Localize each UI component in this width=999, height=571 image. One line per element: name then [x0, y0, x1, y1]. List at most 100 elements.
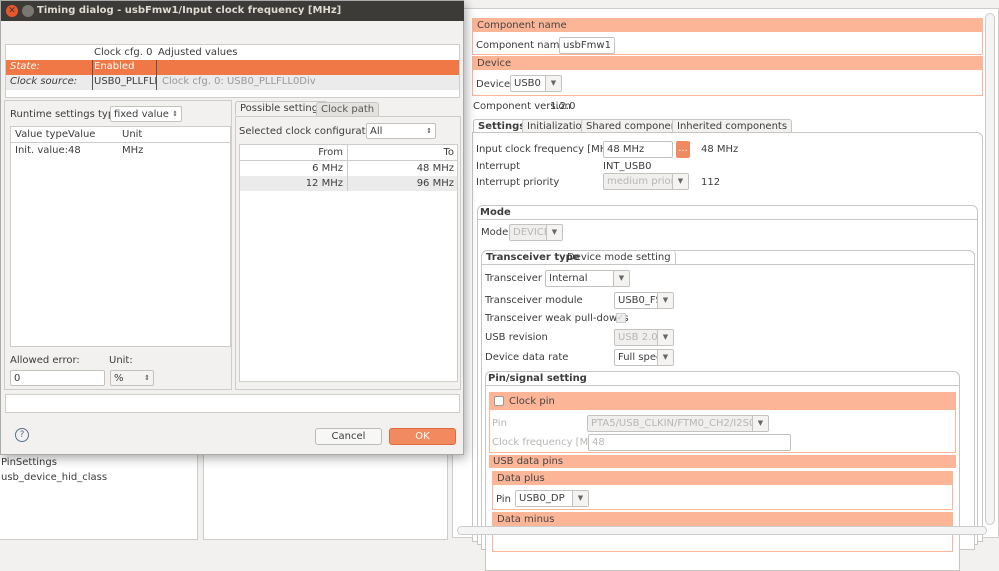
selected-config-value: All: [370, 126, 383, 137]
project-tree: PinSettings usb_device_hid_class: [0, 440, 198, 540]
column-header: Adjusted values: [158, 47, 238, 58]
row-label: Clock source:: [10, 76, 78, 87]
unit-select[interactable]: % ⇕: [110, 370, 154, 386]
from-cell: 12 MHz: [305, 178, 343, 189]
priority-label: Interrupt priority: [476, 177, 560, 188]
mode-label: Mode: [481, 227, 509, 238]
selected-config-select[interactable]: All ⇕: [366, 123, 436, 139]
clock-pin-value: PTA5/USB_CLKIN/FTM0_CH2/I2S0_TX_BCLK: [591, 418, 768, 429]
from-cell: 6 MHz: [312, 163, 343, 174]
unit-label: Unit:: [109, 355, 133, 366]
row-cfg-value: Enabled: [94, 61, 135, 72]
clock-pin-label: Clock pin: [509, 396, 555, 407]
unit-cell: MHz: [122, 145, 144, 156]
tree-item[interactable]: PinSettings: [1, 457, 57, 468]
device-value: USB0: [514, 78, 541, 89]
input-clock-input[interactable]: 48 MHz: [603, 141, 673, 158]
mode-group: Mode Mode DEVICE ▼ Transceiver type Devic…: [477, 205, 978, 571]
chevron-down-icon: ▼: [545, 76, 561, 91]
possible-settings-table: From To 6 MHz 48 MHz 12 MHz 96 MHz: [239, 144, 458, 382]
chevron-down-icon: ▼: [752, 416, 768, 431]
chevron-down-icon: ▼: [572, 491, 588, 506]
tree-item[interactable]: usb_device_hid_class: [1, 472, 107, 483]
allowed-error-input[interactable]: 0: [10, 370, 105, 386]
unit-value: %: [114, 373, 124, 384]
version-value: 1.2.0: [550, 101, 576, 112]
pulldowns-label: Transceiver weak pull-downs: [485, 313, 629, 324]
clock-state-table: Clock cfg. 0 Adjusted values State: Enab…: [5, 44, 460, 98]
component-name-input[interactable]: usbFmw1: [559, 37, 615, 54]
chevron-down-icon: ▼: [672, 174, 688, 189]
row-label: State:: [10, 61, 40, 72]
data-rate-select[interactable]: Full speed ▼: [614, 349, 674, 366]
clock-pin-section: Clock pin Pin PTA5/USB_CLKIN/FTM0_CH2/I2…: [489, 392, 956, 453]
data-plus-pin-select[interactable]: USB0_DP ▼: [515, 490, 589, 507]
component-name-header: Component name: [473, 19, 982, 32]
transceiver-type-select[interactable]: Internal ▼: [545, 270, 630, 287]
middle-panel: [203, 440, 448, 540]
chevron-down-icon: ▼: [657, 293, 673, 308]
spinner-icon: ⇕: [144, 374, 150, 382]
pin-signal-group: Pin/signal setting Clock pin Pin PTA5/US…: [485, 371, 960, 571]
row-cfg-value: USB0_PLLFLL: [94, 76, 156, 87]
input-clock-timing-button[interactable]: ...: [676, 141, 690, 158]
transceiver-tabs-panel: Transceiver type Device mode setting Tra…: [481, 250, 975, 571]
allowed-error-label: Allowed error:: [10, 355, 80, 366]
runtime-type-select[interactable]: fixed value ⇕: [110, 106, 182, 122]
to-cell: 48 MHz: [416, 163, 454, 174]
timing-dialog: ✕ Timing dialog - usbFmw1/Input clock fr…: [0, 0, 464, 455]
clock-freq-input: 48: [588, 434, 791, 451]
to-cell: 96 MHz: [416, 178, 454, 189]
device-select[interactable]: USB0 ▼: [510, 75, 562, 92]
chevron-down-icon: ▼: [546, 225, 562, 240]
chevron-down-icon: ▼: [657, 330, 673, 345]
column-header: Unit: [122, 129, 143, 140]
usb-data-pins-header: USB data pins: [489, 455, 956, 468]
dialog-title: Timing dialog - usbFmw1/Input clock freq…: [37, 5, 342, 16]
settings-panel: Input clock frequency [MHz] 48 MHz ... 4…: [472, 132, 983, 571]
runtime-type-value: fixed value: [114, 109, 169, 120]
mode-group-title: Mode: [480, 207, 511, 218]
clock-pin-checkbox[interactable]: [494, 396, 504, 406]
mode-value: DEVICE: [513, 227, 551, 238]
cancel-button[interactable]: Cancel: [315, 428, 382, 445]
clock-pin-select: PTA5/USB_CLKIN/FTM0_CH2/I2S0_TX_BCLK▼: [587, 415, 769, 432]
input-clock-result: 48 MHz: [701, 144, 739, 155]
column-header: To: [443, 147, 454, 158]
priority-select: medium priority ▼: [603, 173, 689, 190]
transceiver-type-value: Internal: [549, 273, 588, 284]
tab-possible-settings[interactable]: Possible settings: [235, 101, 329, 115]
usb-revision-select: USB 2.0 ▼: [614, 329, 674, 346]
interrupt-label: Interrupt: [476, 161, 521, 172]
clock-source-row[interactable]: Clock source: USB0_PLLFLL Clock cfg. 0: …: [6, 75, 459, 90]
mode-select: DEVICE ▼: [509, 224, 563, 241]
clock-pin-pin-label: Pin: [492, 418, 507, 429]
help-icon[interactable]: ?: [15, 428, 29, 442]
data-plus-pin-value: USB0_DP: [519, 493, 565, 504]
pulldowns-checkbox: ✓: [616, 313, 626, 323]
input-clock-label: Input clock frequency [MHz]: [476, 144, 617, 155]
dialog-title-bar: ✕ Timing dialog - usbFmw1/Input clock fr…: [1, 1, 464, 21]
pin-group-title: Pin/signal setting: [488, 373, 587, 384]
component-name-section: Component name Component name usbFmw1: [472, 18, 983, 55]
transceiver-module-value: USB0_FS: [618, 295, 662, 306]
value-cell[interactable]: 48: [68, 145, 81, 156]
chevron-down-icon: ▼: [613, 271, 629, 286]
minimize-icon[interactable]: [22, 5, 34, 17]
runtime-type-label: Runtime settings type:: [10, 109, 124, 120]
column-header: From: [318, 147, 343, 158]
chevron-down-icon: ▼: [657, 350, 673, 365]
tab-device-mode-setting[interactable]: Device mode setting: [563, 251, 676, 264]
ok-button[interactable]: OK: [389, 428, 456, 445]
state-row[interactable]: State: Enabled: [6, 60, 459, 75]
values-table: Value type Value Unit Init. value: 48 MH…: [10, 126, 231, 347]
tab-clock-path[interactable]: Clock path: [316, 102, 380, 116]
interrupt-value: INT_USB0: [603, 161, 652, 172]
data-minus-header: Data minus: [493, 513, 952, 526]
vertical-scrollbar[interactable]: [985, 13, 995, 525]
tab-inherited-components[interactable]: Inherited components: [672, 119, 793, 133]
component-name-label: Component name: [476, 40, 566, 51]
transceiver-module-select[interactable]: USB0_FS ▼: [614, 292, 674, 309]
possible-settings-panel: Selected clock configuration All ⇕ From T…: [235, 116, 461, 390]
close-icon[interactable]: ✕: [6, 5, 18, 17]
